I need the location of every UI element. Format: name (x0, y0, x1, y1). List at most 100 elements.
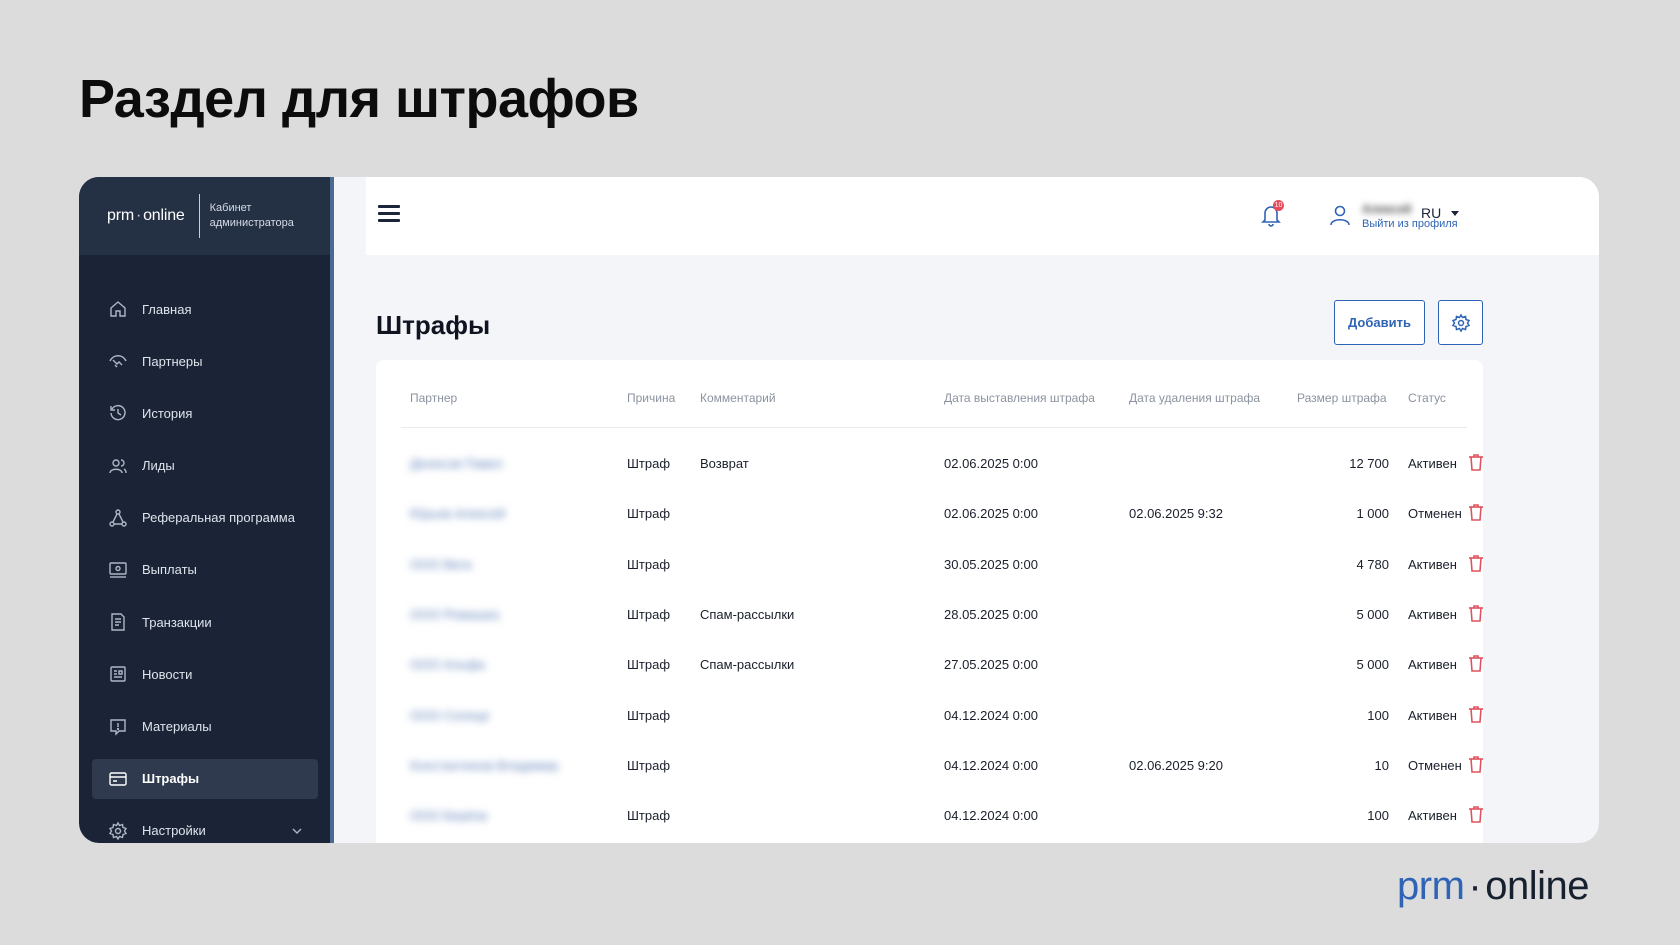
delete-icon[interactable] (1467, 754, 1485, 774)
header-divider (401, 427, 1467, 428)
delete-icon[interactable] (1467, 502, 1485, 522)
brand-logo: prm · online (1397, 864, 1589, 909)
table-settings-button[interactable] (1438, 300, 1483, 345)
chevron-down-icon[interactable] (290, 824, 304, 838)
table-row[interactable]: Денисов Павел Штраф Возврат 02.06.2025 0:00… (376, 439, 1483, 489)
sidebar-item-settings[interactable]: Настройки (92, 811, 318, 843)
sidebar-logo-online: online (143, 207, 185, 224)
sidebar-item-label: Главная (142, 301, 192, 317)
column-header-status[interactable]: Статус (1408, 391, 1446, 405)
partner-link[interactable]: ООО Вега (410, 557, 472, 572)
delete-icon[interactable] (1467, 553, 1485, 573)
delete-icon[interactable] (1467, 653, 1485, 673)
sidebar-item-history[interactable]: История (92, 393, 318, 433)
receipt-icon (108, 612, 128, 632)
reason-cell: Штраф (627, 456, 671, 471)
sidebar-item-materials[interactable]: Материалы (92, 707, 318, 747)
sidebar-item-home[interactable]: Главная (92, 289, 318, 329)
language-label: RU (1421, 205, 1442, 221)
sidebar-item-referral[interactable]: Реферальная программа (92, 498, 318, 538)
amount-cell: 5 000 (1356, 606, 1389, 622)
reason-cell: Штраф (627, 657, 671, 673)
delete-icon[interactable] (1467, 704, 1485, 724)
brand-prm: prm (1397, 864, 1465, 908)
reason-cell: Штраф (627, 808, 671, 824)
status-cell: Активен (1408, 657, 1457, 673)
hamburger-line (378, 219, 400, 222)
topbar: 10 Алексей Выйти из профиля RU (334, 177, 1599, 255)
sidebar-item-label: Штрафы (142, 771, 200, 787)
partner-link[interactable]: ООО Ромашка (410, 607, 499, 622)
sidebar-subtitle: Кабинет администратора (209, 202, 294, 229)
gear-icon (108, 821, 128, 841)
sidebar-item-fines[interactable]: Штрафы (92, 758, 318, 799)
issued-date-cell: 04.12.2024 0:00 (944, 757, 1038, 773)
amount-cell: 5 000 (1356, 657, 1389, 673)
sidebar-item-news[interactable]: Новости (92, 654, 318, 694)
sidebar-item-label: Партнеры (142, 353, 203, 369)
delete-icon[interactable] (1467, 804, 1485, 824)
amount-cell: 100 (1367, 707, 1389, 723)
partner-link[interactable]: ООО Альфа (410, 657, 485, 672)
handshake-icon (108, 351, 128, 371)
page-title: Штрафы (376, 310, 491, 340)
sidebar-item-leads[interactable]: Лиды (92, 446, 318, 486)
delete-icon[interactable] (1467, 603, 1485, 623)
partner-link[interactable]: Константинов Владимир (410, 758, 559, 773)
table-row[interactable]: ООО Вега Штраф 30.05.2025 0:00 4 780 Активен (376, 540, 1483, 590)
sidebar-item-partners[interactable]: Партнеры (92, 341, 318, 381)
sidebar-logo-dot: · (135, 207, 142, 224)
amount-cell: 4 780 (1356, 556, 1389, 572)
partner-link[interactable]: ООО Солнце (410, 708, 490, 723)
column-header-issued-date[interactable]: Дата выставления штрафа (944, 391, 1095, 405)
amount-cell: 1 000 (1356, 506, 1389, 522)
column-header-amount[interactable]: Размер штрафа (1297, 391, 1387, 405)
issued-date-cell: 02.06.2025 0:00 (944, 456, 1038, 471)
materials-icon (108, 717, 128, 737)
topbar-gap (334, 177, 366, 255)
brand-dot: · (1468, 864, 1482, 908)
partner-link[interactable]: Юрьев Алексей (410, 506, 505, 521)
sidebar-item-label: Реферальная программа (142, 510, 295, 526)
table-row[interactable]: ООО Солнце Штраф 04.12.2024 0:00 100 Активен (376, 691, 1483, 741)
payouts-icon (108, 560, 128, 580)
issued-date-cell: 27.05.2025 0:00 (944, 657, 1038, 673)
status-cell: Активен (1408, 456, 1457, 471)
sidebar-item-label: Настройки (142, 823, 206, 839)
status-cell: Отменен (1408, 506, 1462, 522)
issued-date-cell: 04.12.2024 0:00 (944, 707, 1038, 723)
menu-toggle-icon[interactable] (378, 205, 400, 223)
delete-icon[interactable] (1467, 452, 1485, 472)
hamburger-line (378, 205, 400, 208)
amount-cell: 10 (1374, 757, 1389, 773)
sidebar-item-payouts[interactable]: Выплаты (92, 550, 318, 590)
sidebar-item-label: Выплаты (142, 562, 197, 578)
language-select[interactable]: RU (1421, 205, 1460, 221)
sidebar: prm · online Кабинет администратора Главна… (79, 177, 334, 843)
home-icon (108, 299, 128, 319)
column-header-removed-date[interactable]: Дата удаления штрафа (1129, 391, 1260, 405)
issued-date-cell: 28.05.2025 0:00 (944, 606, 1038, 622)
sidebar-item-label: История (142, 405, 193, 421)
partner-link[interactable]: Денисов Павел (410, 456, 503, 471)
column-header-reason[interactable]: Причина (627, 391, 675, 405)
sidebar-logo[interactable]: prm · online (107, 207, 185, 225)
table-row[interactable]: ООО Ромашка Штраф Спам-рассылки 28.05.2025 … (376, 590, 1483, 640)
table-row[interactable]: Юрьев Алексей Штраф 02.06.2025 0:00 02.06.2… (376, 489, 1483, 539)
brand-online: online (1485, 864, 1589, 908)
table-row[interactable]: ООО Альфа Штраф Спам-рассылки 27.05.2025 0:… (376, 640, 1483, 690)
gear-icon (1451, 313, 1470, 332)
sidebar-item-transactions[interactable]: Транзакции (92, 602, 318, 642)
add-fine-button[interactable]: Добавить (1334, 300, 1425, 345)
partner-link[interactable]: ООО Берёза (410, 808, 487, 823)
table-row[interactable]: Константинов Владимир Штраф 04.12.2024 0:0… (376, 741, 1483, 791)
table-row[interactable]: ООО Берёза Штраф 04.12.2024 0:00 100 Активен (376, 791, 1483, 841)
column-header-comment[interactable]: Комментарий (700, 391, 776, 405)
referral-icon (108, 508, 128, 528)
comment-cell: Спам-рассылки (700, 606, 795, 622)
news-icon (108, 664, 128, 684)
notifications-button[interactable]: 10 (1260, 200, 1284, 227)
history-icon (108, 403, 128, 423)
amount-cell: 12 700 (1349, 456, 1389, 471)
column-header-partner[interactable]: Партнер (410, 391, 457, 405)
